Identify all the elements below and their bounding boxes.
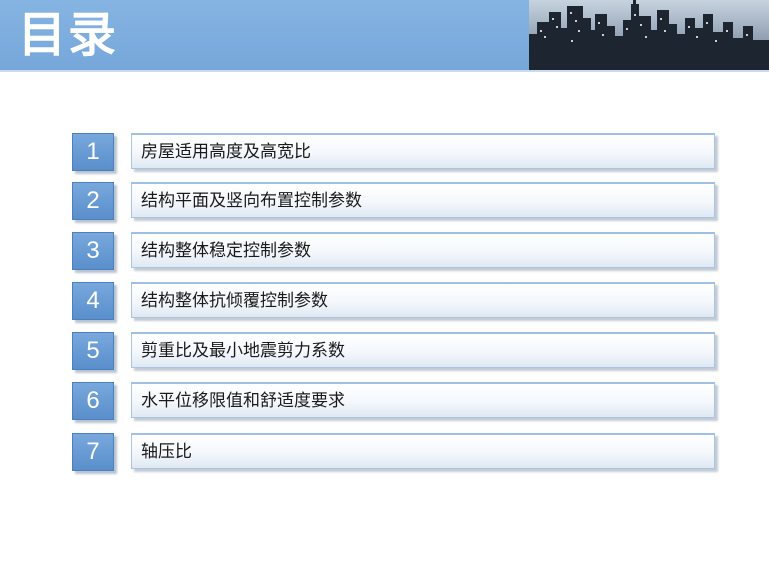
toc-number-5: 5 xyxy=(72,332,114,370)
toc-label-2: 结构平面及竖向布置控制参数 xyxy=(141,191,362,211)
toc-item-4[interactable]: 4 结构整体抗倾覆控制参数 xyxy=(0,282,769,326)
toc-label-4: 结构整体抗倾覆控制参数 xyxy=(141,291,328,311)
toc-label-box-6[interactable]: 水平位移限值和舒适度要求 xyxy=(131,382,715,418)
toc-item-7[interactable]: 7 轴压比 xyxy=(0,433,769,477)
header-divider xyxy=(0,70,769,72)
page-title: 目录 xyxy=(18,7,119,63)
toc-label-box-2[interactable]: 结构平面及竖向布置控制参数 xyxy=(131,182,715,218)
toc-number-3: 3 xyxy=(72,232,114,270)
toc-number-7: 7 xyxy=(72,433,114,471)
toc-item-1[interactable]: 1 房屋适用高度及高宽比 xyxy=(0,133,769,177)
city-skyline-image xyxy=(529,0,769,70)
city-skyline-icon xyxy=(529,0,769,70)
toc-label-1: 房屋适用高度及高宽比 xyxy=(141,142,311,162)
toc-item-2[interactable]: 2 结构平面及竖向布置控制参数 xyxy=(0,182,769,226)
toc-number-1: 1 xyxy=(72,133,114,171)
toc-label-box-1[interactable]: 房屋适用高度及高宽比 xyxy=(131,133,715,169)
toc-number-2: 2 xyxy=(72,182,114,220)
header-bar: 目录 xyxy=(0,0,769,70)
toc-label-box-4[interactable]: 结构整体抗倾覆控制参数 xyxy=(131,282,715,318)
toc-label-3: 结构整体稳定控制参数 xyxy=(141,241,311,261)
toc-label-5: 剪重比及最小地震剪力系数 xyxy=(141,341,345,361)
toc-item-3[interactable]: 3 结构整体稳定控制参数 xyxy=(0,232,769,276)
toc-item-6[interactable]: 6 水平位移限值和舒适度要求 xyxy=(0,382,769,426)
toc-label-7: 轴压比 xyxy=(141,442,192,462)
toc-item-5[interactable]: 5 剪重比及最小地震剪力系数 xyxy=(0,332,769,376)
toc-label-box-5[interactable]: 剪重比及最小地震剪力系数 xyxy=(131,332,715,368)
toc-number-6: 6 xyxy=(72,382,114,420)
toc-label-box-3[interactable]: 结构整体稳定控制参数 xyxy=(131,232,715,268)
toc-number-4: 4 xyxy=(72,282,114,320)
toc-label-box-7[interactable]: 轴压比 xyxy=(131,433,715,469)
toc-label-6: 水平位移限值和舒适度要求 xyxy=(141,391,345,411)
